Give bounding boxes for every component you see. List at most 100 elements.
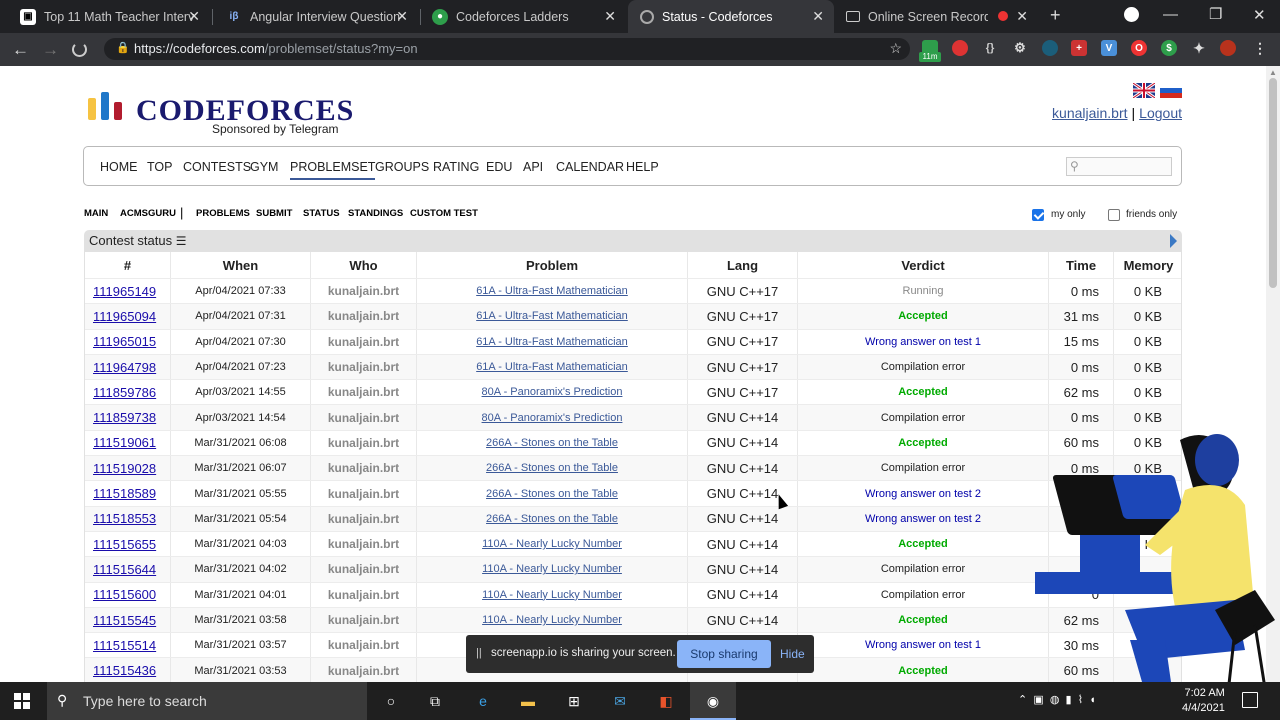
close-icon[interactable]: ✕ xyxy=(396,8,408,25)
submission-id-link[interactable]: 111515436 xyxy=(85,658,171,682)
menu-problemset[interactable]: PROBLEMSET xyxy=(290,160,376,180)
forward-arrow-icon[interactable]: → xyxy=(42,40,59,60)
stop-sharing-button[interactable]: Stop sharing xyxy=(677,640,771,668)
submission-id-link[interactable]: 111515600 xyxy=(85,582,171,607)
problem-link[interactable]: 110A - Nearly Lucky Number xyxy=(417,607,688,633)
problem-link[interactable]: 61A - Ultra-Fast Mathematician xyxy=(417,279,688,304)
submission-id-link[interactable]: 111515644 xyxy=(85,557,171,582)
menu-rating[interactable]: RATING xyxy=(433,160,479,174)
search-input[interactable]: ⚲ xyxy=(1066,157,1172,176)
scroll-up-arrow-icon[interactable]: ▲ xyxy=(1269,68,1277,77)
bookmark-star-icon[interactable]: ☆ xyxy=(889,40,902,57)
tab-ladders[interactable]: ● Codeforces Ladders ✕ xyxy=(420,0,626,33)
problem-link[interactable]: 266A - Stones on the Table xyxy=(417,456,688,481)
close-window-button[interactable]: ✕ xyxy=(1253,6,1266,24)
submission-id-link[interactable]: 111859786 xyxy=(85,380,171,405)
submission-id-link[interactable]: 111859738 xyxy=(85,405,171,430)
tab-status-codeforces[interactable]: Status - Codeforces ✕ xyxy=(628,0,834,33)
submenu-problems[interactable]: PROBLEMS xyxy=(196,208,250,219)
plus-extension-icon[interactable]: + xyxy=(1071,40,1087,56)
author-handle[interactable]: kunaljain.brt xyxy=(311,380,417,405)
submission-id-link[interactable]: 111964798 xyxy=(85,354,171,380)
author-handle[interactable]: kunaljain.brt xyxy=(311,582,417,607)
next-page-arrow-icon[interactable] xyxy=(1170,234,1177,248)
author-handle[interactable]: kunaljain.brt xyxy=(311,279,417,304)
submenu-main[interactable]: MAIN xyxy=(84,208,108,219)
notification-icon[interactable] xyxy=(1242,692,1258,708)
submission-id-link[interactable]: 111965094 xyxy=(85,304,171,329)
edge-icon[interactable]: e xyxy=(472,691,494,711)
scrollbar-thumb[interactable] xyxy=(1269,78,1277,288)
problem-link[interactable]: 266A - Stones on the Table xyxy=(417,430,688,456)
system-tray[interactable]: ⌃ ▣ ◍ ▮ ⌇ ◖ xyxy=(1018,693,1096,706)
restore-button[interactable]: ❐ xyxy=(1209,5,1222,23)
office-icon[interactable]: ◧ xyxy=(655,691,677,711)
menu-contests[interactable]: CONTESTS xyxy=(183,160,251,174)
my-only-checkbox[interactable] xyxy=(1032,209,1044,221)
loading-spinner-icon[interactable] xyxy=(72,42,87,57)
menu-calendar[interactable]: CALENDAR xyxy=(556,160,624,174)
author-handle[interactable]: kunaljain.brt xyxy=(311,405,417,430)
author-handle[interactable]: kunaljain.brt xyxy=(311,633,417,658)
submission-id-link[interactable]: 111965149 xyxy=(85,279,171,304)
pokeball-extension-icon[interactable] xyxy=(952,40,968,56)
minimize-button[interactable]: — xyxy=(1163,6,1178,23)
problem-link[interactable]: 80A - Panoramix's Prediction xyxy=(417,405,688,430)
submenu-standings[interactable]: STANDINGS xyxy=(348,208,403,219)
close-icon[interactable]: ✕ xyxy=(1016,8,1028,25)
close-icon[interactable]: ✕ xyxy=(812,8,824,25)
submission-id-link[interactable]: 111515514 xyxy=(85,633,171,658)
menu-groups[interactable]: GROUPS xyxy=(375,160,429,174)
opera-extension-icon[interactable]: O xyxy=(1131,40,1147,56)
taskbar-search-box[interactable]: ⚲ Type here to search xyxy=(47,682,367,720)
submenu-acmsguru[interactable]: ACMSGURU xyxy=(120,208,176,219)
submission-id-link[interactable]: 111518553 xyxy=(85,506,171,531)
problem-link[interactable]: 110A - Nearly Lucky Number xyxy=(417,582,688,607)
menu-home[interactable]: HOME xyxy=(100,160,138,174)
back-arrow-icon[interactable]: ← xyxy=(12,40,29,60)
submission-id-link[interactable]: 111515545 xyxy=(85,607,171,633)
menu-api[interactable]: API xyxy=(523,160,543,174)
problem-link[interactable]: 61A - Ultra-Fast Mathematician xyxy=(417,304,688,329)
file-explorer-icon[interactable]: ▬ xyxy=(517,691,539,711)
username-link[interactable]: kunaljain.brt xyxy=(1052,105,1128,121)
braces-extension-icon[interactable]: {} xyxy=(982,40,998,56)
task-view-icon[interactable]: ⧉ xyxy=(424,691,446,711)
submenu-status[interactable]: STATUS xyxy=(303,208,340,219)
russia-flag-icon[interactable] xyxy=(1160,83,1182,98)
menu-top[interactable]: TOP xyxy=(147,160,172,174)
mail-icon[interactable]: ✉ xyxy=(609,691,631,711)
puzzle-extensions-icon[interactable]: ✦ xyxy=(1191,40,1207,56)
problem-link[interactable]: 110A - Nearly Lucky Number xyxy=(417,531,688,557)
menu-edu[interactable]: EDU xyxy=(486,160,512,174)
tab-angular[interactable]: iβ Angular Interview Questions ✕ xyxy=(214,0,418,33)
profile-dropdown-icon[interactable] xyxy=(1124,7,1139,22)
close-icon[interactable]: ✕ xyxy=(604,8,616,25)
author-handle[interactable]: kunaljain.brt xyxy=(311,304,417,329)
tab-screen-recorder[interactable]: Online Screen Recorder ✕ xyxy=(834,0,1038,33)
author-handle[interactable]: kunaljain.brt xyxy=(311,531,417,557)
author-handle[interactable]: kunaljain.brt xyxy=(311,607,417,633)
user-avatar-icon[interactable] xyxy=(1220,40,1236,56)
gear-extension-icon[interactable]: ⚙ xyxy=(1012,40,1028,56)
problem-link[interactable]: 266A - Stones on the Table xyxy=(417,506,688,531)
tab-math-teacher[interactable]: ▣ Top 11 Math Teacher Intervie ✕ xyxy=(8,0,210,33)
new-tab-button[interactable]: + xyxy=(1050,5,1061,26)
problem-link[interactable]: 61A - Ultra-Fast Mathematician xyxy=(417,329,688,354)
author-handle[interactable]: kunaljain.brt xyxy=(311,456,417,481)
submission-id-link[interactable]: 111515655 xyxy=(85,531,171,557)
friends-only-checkbox[interactable] xyxy=(1108,209,1120,221)
windows-start-icon[interactable] xyxy=(14,693,30,709)
menu-gym[interactable]: GYM xyxy=(250,160,278,174)
close-icon[interactable]: ✕ xyxy=(188,8,200,25)
chrome-icon[interactable]: ◉ xyxy=(702,691,724,711)
submission-id-link[interactable]: 111519028 xyxy=(85,456,171,481)
submission-id-link[interactable]: 111519061 xyxy=(85,430,171,456)
author-handle[interactable]: kunaljain.brt xyxy=(311,354,417,380)
store-icon[interactable]: ⊞ xyxy=(563,691,585,711)
problem-link[interactable]: 110A - Nearly Lucky Number xyxy=(417,557,688,582)
codeforces-logo[interactable]: CODEFORCES Sponsored by Telegram xyxy=(88,92,353,136)
author-handle[interactable]: kunaljain.brt xyxy=(311,430,417,456)
submission-id-link[interactable]: 111518589 xyxy=(85,481,171,506)
dollar-extension-icon[interactable]: $ xyxy=(1161,40,1177,56)
